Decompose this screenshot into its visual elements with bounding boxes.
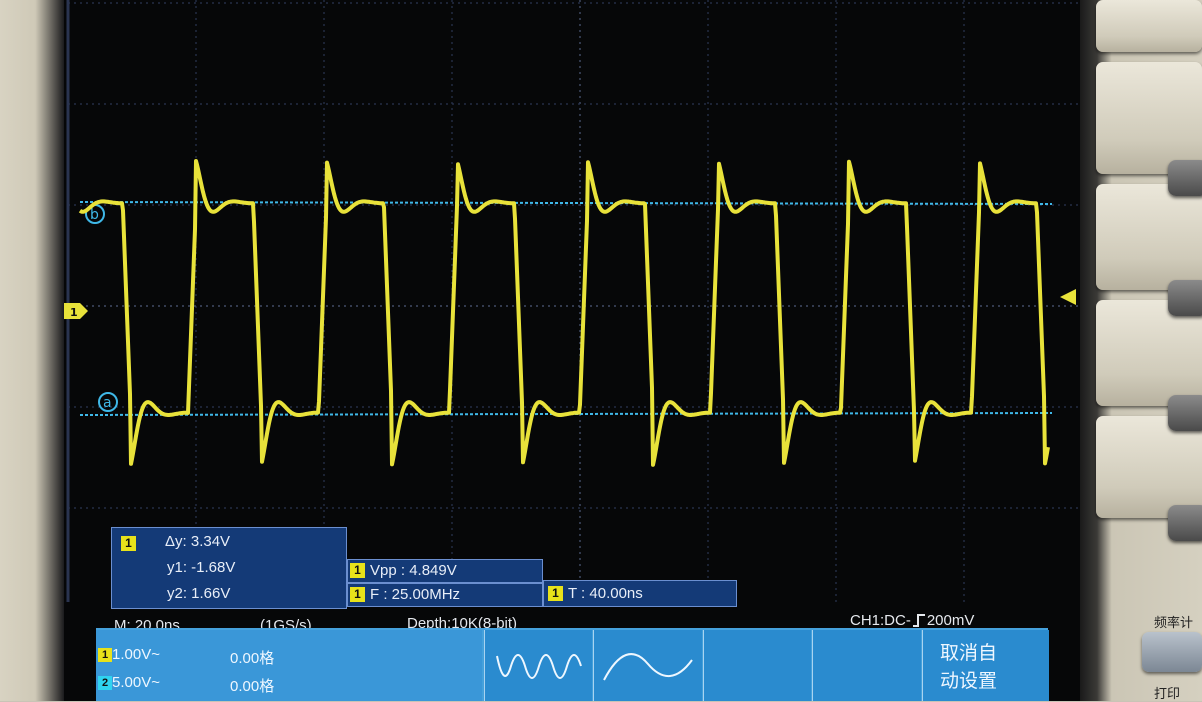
freq-counter-label: 频率计 — [1154, 616, 1194, 631]
ch1-ground-marker-label: 1 — [70, 306, 78, 319]
channel-scale-panel: 1 1.00V~ 0.00格 2 5.00V~ 0.00格 — [96, 630, 482, 701]
panel-knob-4[interactable] — [1168, 505, 1202, 541]
cancel-auto-setup-line2: 动设置 — [940, 671, 998, 692]
panel-knob-1[interactable] — [1168, 160, 1202, 196]
rising-edge-icon — [912, 614, 925, 627]
vpp-value: Vpp : 4.849V — [370, 562, 457, 579]
panel-button-3[interactable] — [1096, 184, 1202, 290]
cursor-y1: y1: -1.68V — [167, 559, 236, 576]
freq-channel-chip: 1 — [350, 587, 365, 602]
measure-vpp: 1 Vpp : 4.849V — [347, 559, 543, 583]
trigger-source: CH1:DC- — [850, 612, 911, 629]
panel-button-5[interactable] — [1096, 416, 1202, 518]
ch1-scale-row: 1 1.00V~ — [98, 646, 160, 663]
cursor-delta-y: Δy: 3.34V — [165, 533, 231, 550]
trigger-level: 200mV — [926, 612, 975, 629]
cancel-auto-setup-button[interactable]: 取消自 动设置 — [922, 630, 1049, 701]
period-value: T : 40.00ns — [568, 585, 643, 602]
vpp-channel-chip: 1 — [350, 563, 365, 578]
cursor-a-label: a — [103, 395, 112, 411]
cursor-b-label: b — [90, 207, 99, 223]
trigger-readout: CH1:DC- 200mV — [850, 612, 974, 629]
ch1-trace — [78, 159, 1050, 467]
panel-knob-3[interactable] — [1168, 395, 1202, 431]
ch1-chip: 1 — [98, 648, 112, 662]
measure-period: 1 T : 40.00ns — [543, 580, 737, 607]
ch2-scale-row: 2 5.00V~ — [98, 674, 160, 691]
multi-period-wave-icon — [496, 654, 582, 679]
freq-counter-button[interactable] — [1142, 632, 1202, 672]
period-channel-chip: 1 — [548, 586, 563, 601]
cursor-channel-chip: 1 — [121, 536, 136, 551]
menu-slot-4[interactable] — [703, 630, 811, 701]
single-period-button[interactable] — [593, 630, 702, 701]
graticule-grid — [66, 0, 1080, 602]
multi-period-button[interactable] — [484, 630, 592, 701]
single-period-wave-icon — [603, 653, 693, 681]
freq-value: F : 25.00MHz — [370, 586, 461, 603]
cursor-y2: y2: 1.66V — [167, 585, 231, 602]
ch2-offset: 0.00格 — [230, 678, 275, 695]
ch1-offset: 0.00格 — [230, 650, 275, 667]
panel-knob-2[interactable] — [1168, 280, 1202, 316]
scope-screen: b a 1 1 Δy: 3.34V y1: -1.68V y2: 1.66V 1… — [64, 0, 1080, 701]
print-label: 打印 — [1154, 687, 1181, 702]
ch2-scale: 5.00V~ — [112, 674, 160, 691]
cursor-measure-panel: 1 Δy: 3.34V y1: -1.68V y2: 1.66V — [111, 527, 347, 609]
panel-button-1[interactable] — [1096, 0, 1202, 52]
scope-bezel-left — [0, 0, 64, 701]
ch1-scale: 1.00V~ — [112, 646, 160, 663]
measure-frequency: 1 F : 25.00MHz — [347, 583, 543, 607]
cancel-auto-setup-line1: 取消自 — [940, 643, 998, 664]
panel-button-2[interactable] — [1096, 62, 1202, 174]
trigger-level-marker-icon — [1060, 289, 1076, 305]
menu-slot-5[interactable] — [812, 630, 921, 701]
ch2-chip: 2 — [98, 676, 112, 690]
bottom-soft-menu: 1 1.00V~ 0.00格 2 5.00V~ 0.00格 取消自 动设置 — [96, 628, 1049, 701]
